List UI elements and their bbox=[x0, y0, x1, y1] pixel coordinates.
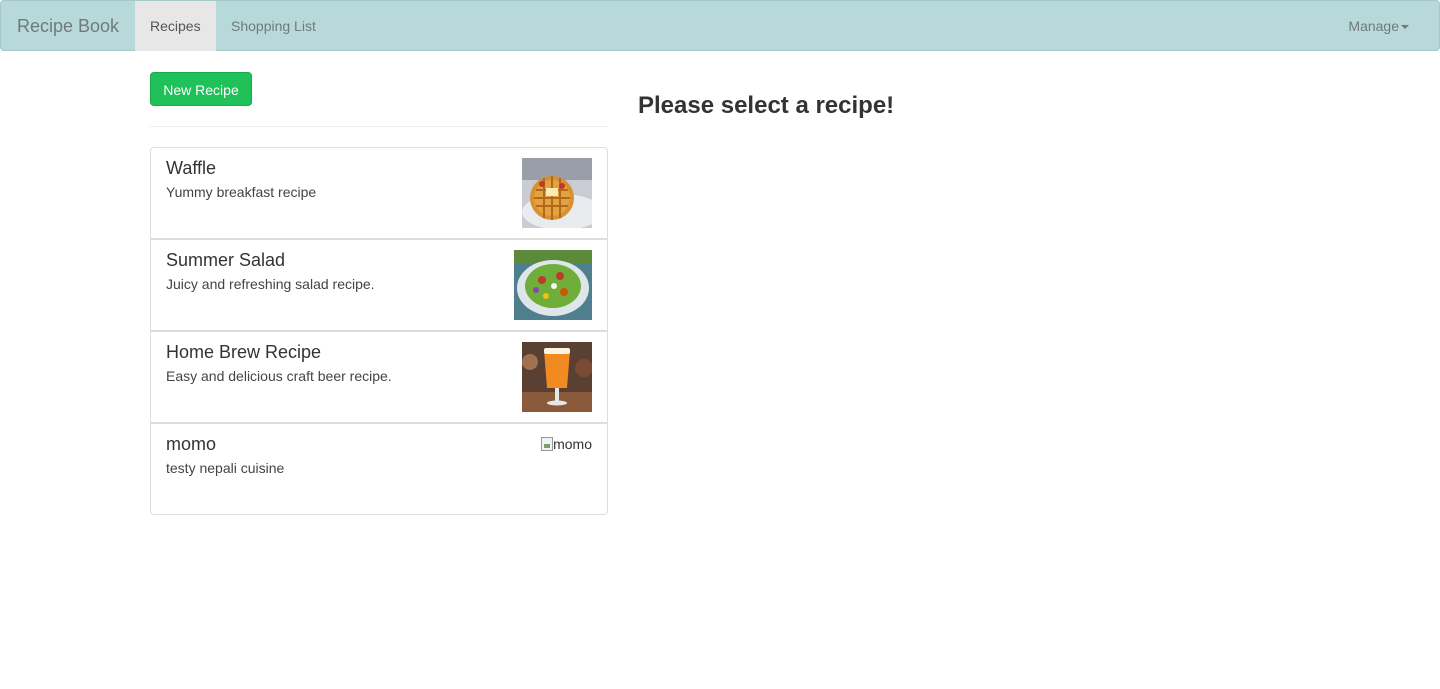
page-title: Please select a recipe! bbox=[638, 92, 895, 119]
caret-down-icon bbox=[1401, 25, 1409, 30]
recipe-name: Home Brew Recipe bbox=[166, 342, 322, 362]
recipe-description: Easy and delicious craft beer recipe. bbox=[166, 368, 392, 384]
tab-recipes[interactable]: Recipes bbox=[135, 1, 216, 51]
waffle-image bbox=[522, 158, 592, 228]
new-recipe-button[interactable]: New Recipe bbox=[150, 72, 252, 106]
image-alt-text: momo bbox=[553, 436, 592, 452]
recipe-name: momo bbox=[166, 434, 217, 454]
recipe-item-waffle[interactable]: Waffle Yummy breakfast recipe bbox=[150, 147, 608, 239]
recipe-item-home-brew[interactable]: Home Brew Recipe Easy and delicious craf… bbox=[150, 331, 608, 423]
recipe-description: testy nepali cuisine bbox=[166, 460, 285, 476]
brand-link[interactable]: Recipe Book bbox=[17, 1, 119, 51]
recipe-list: Waffle Yummy breakfast recipe Summer Sal… bbox=[150, 147, 608, 515]
recipe-description: Juicy and refreshing salad recipe. bbox=[166, 276, 375, 292]
recipe-name: Summer Salad bbox=[166, 250, 286, 270]
broken-image-icon bbox=[541, 437, 554, 451]
recipe-description: Yummy breakfast recipe bbox=[166, 184, 317, 200]
tab-shopping-list[interactable]: Shopping List bbox=[216, 1, 331, 51]
manage-label: Manage bbox=[1348, 18, 1399, 34]
manage-dropdown[interactable]: Manage bbox=[1348, 1, 1409, 51]
recipe-item-momo[interactable]: momo testy nepali cuisine momo bbox=[150, 423, 608, 515]
divider bbox=[150, 126, 608, 127]
navbar: Recipe Book Recipes Shopping List Manage bbox=[0, 0, 1440, 51]
recipe-item-summer-salad[interactable]: Summer Salad Juicy and refreshing salad … bbox=[150, 239, 608, 331]
recipe-name: Waffle bbox=[166, 158, 217, 178]
beer-image bbox=[522, 342, 592, 412]
salad-image bbox=[514, 250, 592, 320]
broken-image: momo bbox=[541, 436, 592, 452]
